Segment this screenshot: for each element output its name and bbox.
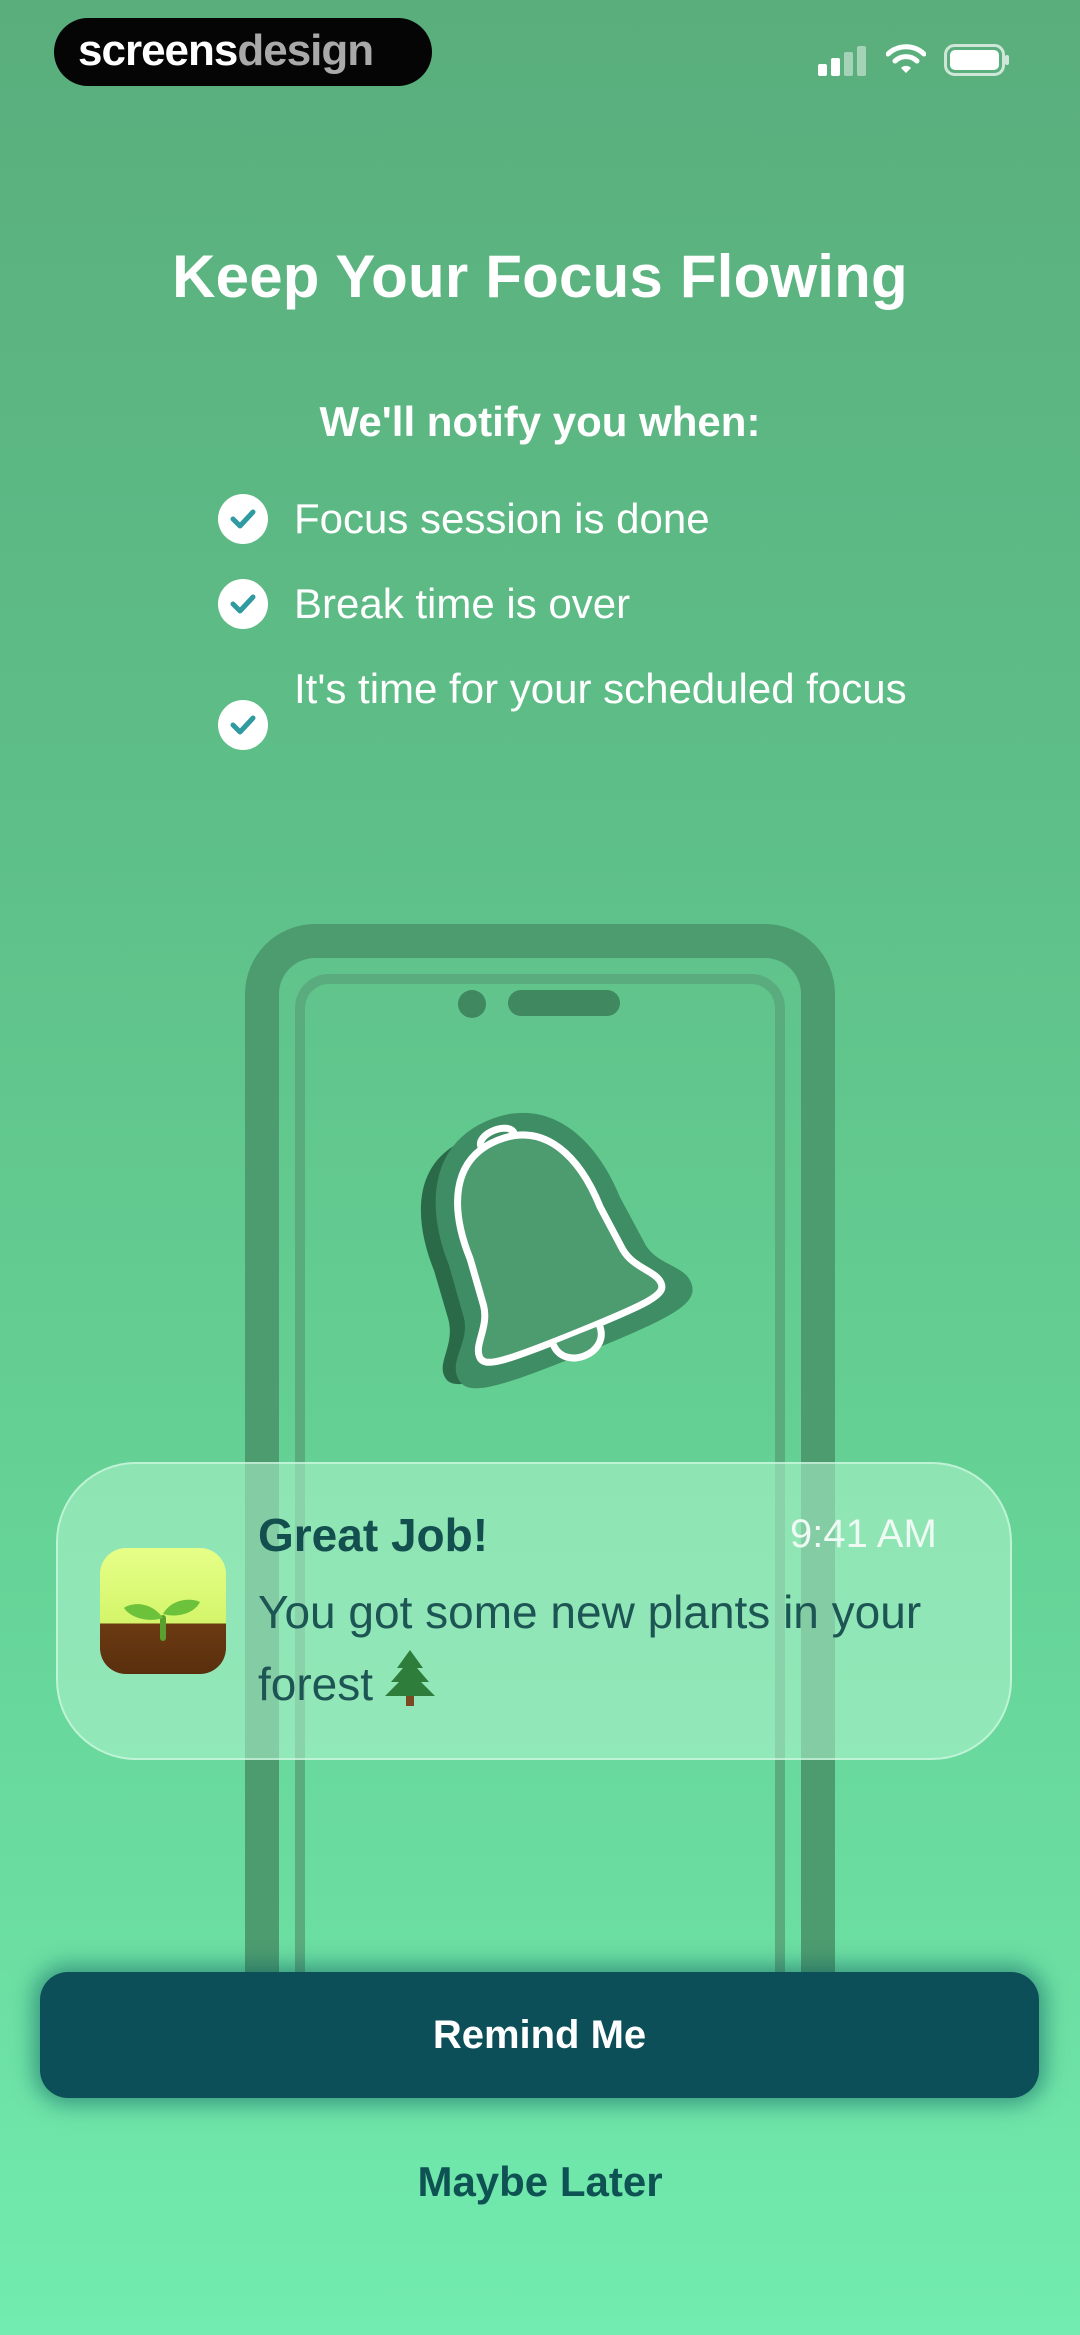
notification-message: You got some new plants in your forest xyxy=(258,1586,922,1710)
notification-title: Great Job! xyxy=(258,1509,489,1561)
remind-me-button[interactable]: Remind Me xyxy=(40,1972,1039,2098)
checkmark-icon xyxy=(218,494,268,544)
list-item-label: Break time is over xyxy=(294,580,631,627)
list-item: Break time is over xyxy=(218,569,918,639)
svg-text:screensdesign: screensdesign xyxy=(78,27,373,75)
wifi-icon xyxy=(886,44,926,73)
list-item: Focus session is done xyxy=(218,484,918,554)
checkmark-icon xyxy=(218,700,268,750)
list-item-label: It's time for your scheduled focus xyxy=(294,665,907,712)
screensdesign-logo: screensdesign xyxy=(78,27,374,75)
signal-icon xyxy=(818,46,866,76)
list-item-label: Focus session is done xyxy=(294,495,710,542)
notify-reasons-list: Focus session is done Break time is over… xyxy=(218,484,918,750)
battery-icon xyxy=(944,44,1009,76)
screensdesign-watermark: screensdesign xyxy=(54,18,432,86)
page-title: Keep Your Focus Flowing xyxy=(172,243,908,310)
tree-icon xyxy=(383,1648,437,1726)
checkmark-icon xyxy=(218,579,268,629)
bell-icon xyxy=(421,1112,693,1389)
notify-subtitle: We'll notify you when: xyxy=(319,398,761,445)
list-item: It's time for your scheduled focus xyxy=(218,654,918,750)
sprout-icon xyxy=(100,1548,226,1674)
notification-body: You got some new plants in your forest xyxy=(258,1576,958,1726)
phone-speaker xyxy=(508,990,620,1016)
phone-camera xyxy=(458,990,486,1018)
notification-time: 9:41 AM xyxy=(790,1512,937,1556)
maybe-later-button[interactable]: Maybe Later xyxy=(340,2150,740,2214)
